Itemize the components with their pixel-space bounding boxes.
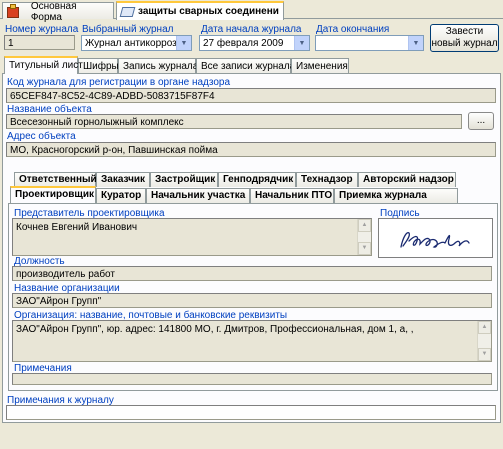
tab-customer[interactable]: Заказчик [96, 172, 150, 187]
tab-curator[interactable]: Куратор [96, 188, 146, 203]
window-tab-main-form[interactable]: Основная Форма [2, 1, 114, 23]
designer-rep-scrollbar[interactable]: ▲ ▼ [357, 219, 371, 255]
position-field[interactable]: производитель работ [12, 266, 492, 281]
tab-journal-acceptance[interactable]: Приемка журнала [334, 188, 458, 203]
selected-journal-value: Журнал антикоррозио [85, 38, 188, 49]
start-date-label: Дата начала журнала [201, 24, 302, 35]
tab-all-entries[interactable]: Все записи журнала [196, 58, 295, 74]
selected-journal-select[interactable]: Журнал антикоррозио ▼ [81, 35, 192, 51]
window-tab-label: Основная Форма [30, 1, 77, 23]
tab-developer[interactable]: Застройщик [150, 172, 218, 187]
end-date-label: Дата окончания [316, 24, 390, 35]
journal-notes-field[interactable] [6, 405, 496, 420]
journal-number-field[interactable]: 1 [4, 35, 75, 50]
form-icon [7, 3, 19, 18]
designer-rep-field[interactable]: Кочнев Евгений Иванович ▲ ▼ [12, 218, 372, 256]
reg-code-field[interactable]: 65CEF847-8C52-4C89-ADBD-5083715F87F4 [6, 88, 496, 103]
start-date-value: 27 февраля 2009 [203, 38, 284, 49]
tab-site-chief[interactable]: Начальник участка [146, 188, 250, 203]
scroll-up-icon[interactable]: ▲ [478, 321, 491, 334]
tab-changes[interactable]: Изменения [291, 58, 349, 74]
tab-journal-entry[interactable]: Запись журнала [118, 58, 198, 74]
signature-image [400, 231, 470, 248]
scroll-down-icon[interactable]: ▼ [478, 348, 491, 361]
object-address-field[interactable]: МО, Красногорский р-он, Павшинская пойма [6, 142, 496, 157]
object-browse-button[interactable]: ... [468, 112, 494, 130]
selected-journal-label: Выбранный журнал [82, 24, 174, 35]
scroll-up-icon[interactable]: ▲ [358, 219, 371, 232]
object-name-field[interactable]: Всесезонный горнолыжный комплекс [6, 114, 462, 129]
tab-author-supervision[interactable]: Авторский надзор [358, 172, 456, 187]
tab-title-page[interactable]: Титульный лист [4, 56, 83, 74]
tab-tech-supervision[interactable]: Технадзор [296, 172, 358, 187]
object-address-label: Адрес объекта [7, 131, 76, 142]
window-tab-label: защиты сварных соединени [138, 6, 279, 17]
chevron-down-icon[interactable]: ▼ [294, 36, 309, 50]
tab-pto-chief[interactable]: Начальник ПТО [250, 188, 334, 203]
new-journal-button[interactable]: Завести новый журнал [430, 24, 499, 52]
chevron-down-icon[interactable]: ▼ [176, 36, 191, 50]
scroll-down-icon[interactable]: ▼ [358, 242, 371, 255]
org-details-scrollbar[interactable]: ▲ ▼ [477, 321, 491, 361]
notes-field[interactable] [12, 373, 492, 385]
end-date-picker[interactable]: ▼ [315, 35, 424, 51]
org-name-field[interactable]: ЗАО"Айрон Групп" [12, 293, 492, 308]
designer-rep-value: Кочнев Евгений Иванович [16, 222, 138, 233]
journal-icon [119, 6, 136, 17]
tab-designer[interactable]: Проектировщик [10, 186, 96, 203]
org-details-field[interactable]: ЗАО"Айрон Групп", юр. адрес: 141800 МО, … [12, 320, 492, 362]
reg-code-label: Код журнала для регистрации в органе над… [7, 77, 231, 88]
journal-number-label: Номер журнала [5, 24, 79, 35]
org-details-value: ЗАО"Айрон Групп", юр. адрес: 141800 МО, … [16, 324, 414, 335]
window-tab-journal[interactable]: защиты сварных соединени [116, 1, 284, 20]
start-date-picker[interactable]: 27 февраля 2009 ▼ [199, 35, 310, 51]
chevron-down-icon[interactable]: ▼ [408, 36, 423, 50]
signature-box[interactable] [378, 218, 493, 258]
tab-codes[interactable]: Шифры [78, 58, 119, 74]
tab-responsible[interactable]: Ответственный [14, 172, 97, 187]
tab-general-contractor[interactable]: Генподрядчик [218, 172, 296, 187]
